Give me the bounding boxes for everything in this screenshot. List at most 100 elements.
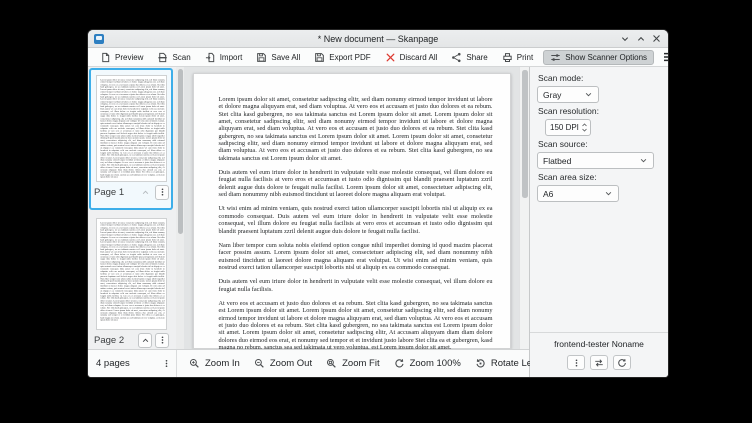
share-button[interactable]: Share <box>445 49 493 65</box>
minimize-icon <box>620 34 630 44</box>
zoom-out-label: Zoom Out <box>270 358 312 369</box>
scan-mode-dropdown[interactable]: Gray <box>537 86 599 103</box>
thumbnail-panel: Lorem ipsum dolor sit amet, consetetur s… <box>88 67 176 349</box>
main-toolbar: Preview Scan Import Save All Export PDF … <box>88 48 668 67</box>
rotate-left-icon <box>475 358 486 369</box>
page-item-2[interactable]: Lorem ipsum dolor sit amet, consetetur s… <box>89 210 173 349</box>
zoom-in-button[interactable]: Zoom In <box>189 358 240 369</box>
save-all-icon <box>256 52 267 63</box>
scan-icon <box>157 52 168 63</box>
thumbnail-scrollbar-handle[interactable] <box>178 69 183 234</box>
scan-resolution-label: Scan resolution: <box>538 106 661 116</box>
zoom-out-button[interactable]: Zoom Out <box>254 358 312 369</box>
close-button[interactable] <box>651 33 662 44</box>
pages-overflow-button[interactable] <box>159 355 173 373</box>
page-1-menu-button[interactable] <box>155 185 169 200</box>
window-title: * New document — Skanpage <box>88 34 668 44</box>
close-icon <box>652 34 661 43</box>
page-2-thumbnail-text: Lorem ipsum dolor sit amet, consetetur s… <box>97 219 167 324</box>
kebab-menu-icon <box>572 358 581 368</box>
window-controls <box>619 33 662 44</box>
share-label: Share <box>466 53 487 62</box>
document-view[interactable]: Lorem ipsum dolor sit amet, consetetur s… <box>184 67 519 349</box>
minimize-button[interactable] <box>619 33 630 44</box>
scan-source-label: Scan source: <box>538 139 661 149</box>
discard-all-icon <box>385 52 396 63</box>
kebab-menu-icon <box>158 335 167 345</box>
chevron-down-icon <box>639 156 648 165</box>
swap-arrows-icon <box>594 358 604 368</box>
spin-down-icon[interactable] <box>581 128 588 132</box>
zoom-out-icon <box>254 358 265 369</box>
zoom-fit-button[interactable]: Zoom Fit <box>326 358 379 369</box>
scan-area-size-value: A6 <box>543 189 553 199</box>
scan-area-size-dropdown[interactable]: A6 <box>537 185 619 202</box>
zoom-100-button[interactable]: Zoom 100% <box>394 358 461 369</box>
zoom-in-label: Zoom In <box>205 358 240 369</box>
zoom-controls: Zoom In Zoom Out Zoom Fit Zoom 100% <box>177 350 568 377</box>
refresh-icon <box>617 358 627 368</box>
rotate-left-button[interactable]: Rotate Left <box>475 358 537 369</box>
page-1-thumbnail[interactable]: Lorem ipsum dolor sit amet, consetetur s… <box>96 75 167 182</box>
save-all-button[interactable]: Save All <box>250 49 306 65</box>
scan-mode-label: Scan mode: <box>538 73 661 83</box>
preview-label: Preview <box>115 53 143 62</box>
maximize-button[interactable] <box>635 33 646 44</box>
page-count-label: 4 pages <box>96 358 159 369</box>
zoom-original-icon <box>394 358 405 369</box>
export-pdf-button[interactable]: Export PDF <box>308 49 376 65</box>
page-item-1[interactable]: Lorem ipsum dolor sit amet, consetetur s… <box>89 68 173 210</box>
scan-resolution-spinbox[interactable]: 150 DPI <box>545 119 591 136</box>
scanner-adjust-button[interactable] <box>590 355 608 370</box>
show-scanner-options-toggle[interactable]: Show Scanner Options <box>543 50 654 65</box>
discard-all-label: Discard All <box>400 53 438 62</box>
share-icon <box>451 52 462 63</box>
paragraph: Nam liber tempor cum soluta nobis eleife… <box>219 242 493 271</box>
chevron-up-icon <box>141 188 150 197</box>
document-scrollbar[interactable] <box>519 67 529 349</box>
spin-up-icon[interactable] <box>581 123 588 127</box>
hamburger-menu-button[interactable] <box>660 50 668 64</box>
scanner-menu-button[interactable] <box>567 355 585 370</box>
scanner-device-name: frontend-tester Noname <box>530 339 668 349</box>
import-button[interactable]: Import <box>199 49 249 65</box>
preview-button[interactable]: Preview <box>94 49 149 65</box>
hamburger-icon <box>662 51 668 63</box>
print-label: Print <box>517 53 533 62</box>
scanner-options-panel: Scan mode: Gray Scan resolution: 150 DPI… <box>530 67 668 377</box>
scan-button[interactable]: Scan <box>151 49 196 65</box>
thumbnail-scrollbar[interactable] <box>176 67 184 349</box>
page-2-row: Page 2 <box>91 330 171 349</box>
print-button[interactable]: Print <box>496 49 539 65</box>
page-1-row: Page 1 <box>91 182 171 202</box>
zoom-in-icon <box>189 358 200 369</box>
page-1-label: Page 1 <box>94 187 135 198</box>
paragraph: At vero eos et accusam et justo duo dolo… <box>219 300 493 349</box>
scan-source-dropdown[interactable]: Flatbed <box>537 152 654 169</box>
skanpage-app-icon <box>94 34 104 44</box>
save-all-label: Save All <box>271 53 300 62</box>
page-1-thumbnail-text: Lorem ipsum dolor sit amet, consetetur s… <box>97 76 167 181</box>
page-1-move-up-button[interactable] <box>138 185 152 200</box>
print-icon <box>502 52 513 63</box>
scan-area-size-label: Scan area size: <box>538 172 661 182</box>
paragraph: Ut wisi enim ad minim veniam, quis nostr… <box>219 205 493 234</box>
spinbox-arrows[interactable] <box>581 123 588 132</box>
page-2-thumbnail[interactable]: Lorem ipsum dolor sit amet, consetetur s… <box>96 218 167 330</box>
document-scrollbar-handle[interactable] <box>522 70 528 198</box>
document-preview-icon <box>100 52 111 63</box>
reload-devices-button[interactable] <box>613 355 631 370</box>
chevron-up-icon <box>141 336 150 345</box>
page-2-menu-button[interactable] <box>155 333 169 348</box>
chevron-down-icon <box>584 90 593 99</box>
kebab-menu-icon <box>162 358 171 369</box>
paragraph: Lorem ipsum dolor sit amet, consetetur s… <box>219 96 493 162</box>
scanner-panel-footer: frontend-tester Noname <box>530 332 668 377</box>
scanner-footer-buttons <box>530 355 668 370</box>
scan-resolution-value: 150 DPI <box>550 123 579 132</box>
page-2-move-up-button[interactable] <box>138 333 152 348</box>
export-pdf-label: Export PDF <box>329 53 370 62</box>
kebab-menu-icon <box>158 187 167 197</box>
chevron-down-icon <box>604 189 613 198</box>
discard-all-button[interactable]: Discard All <box>379 49 444 65</box>
